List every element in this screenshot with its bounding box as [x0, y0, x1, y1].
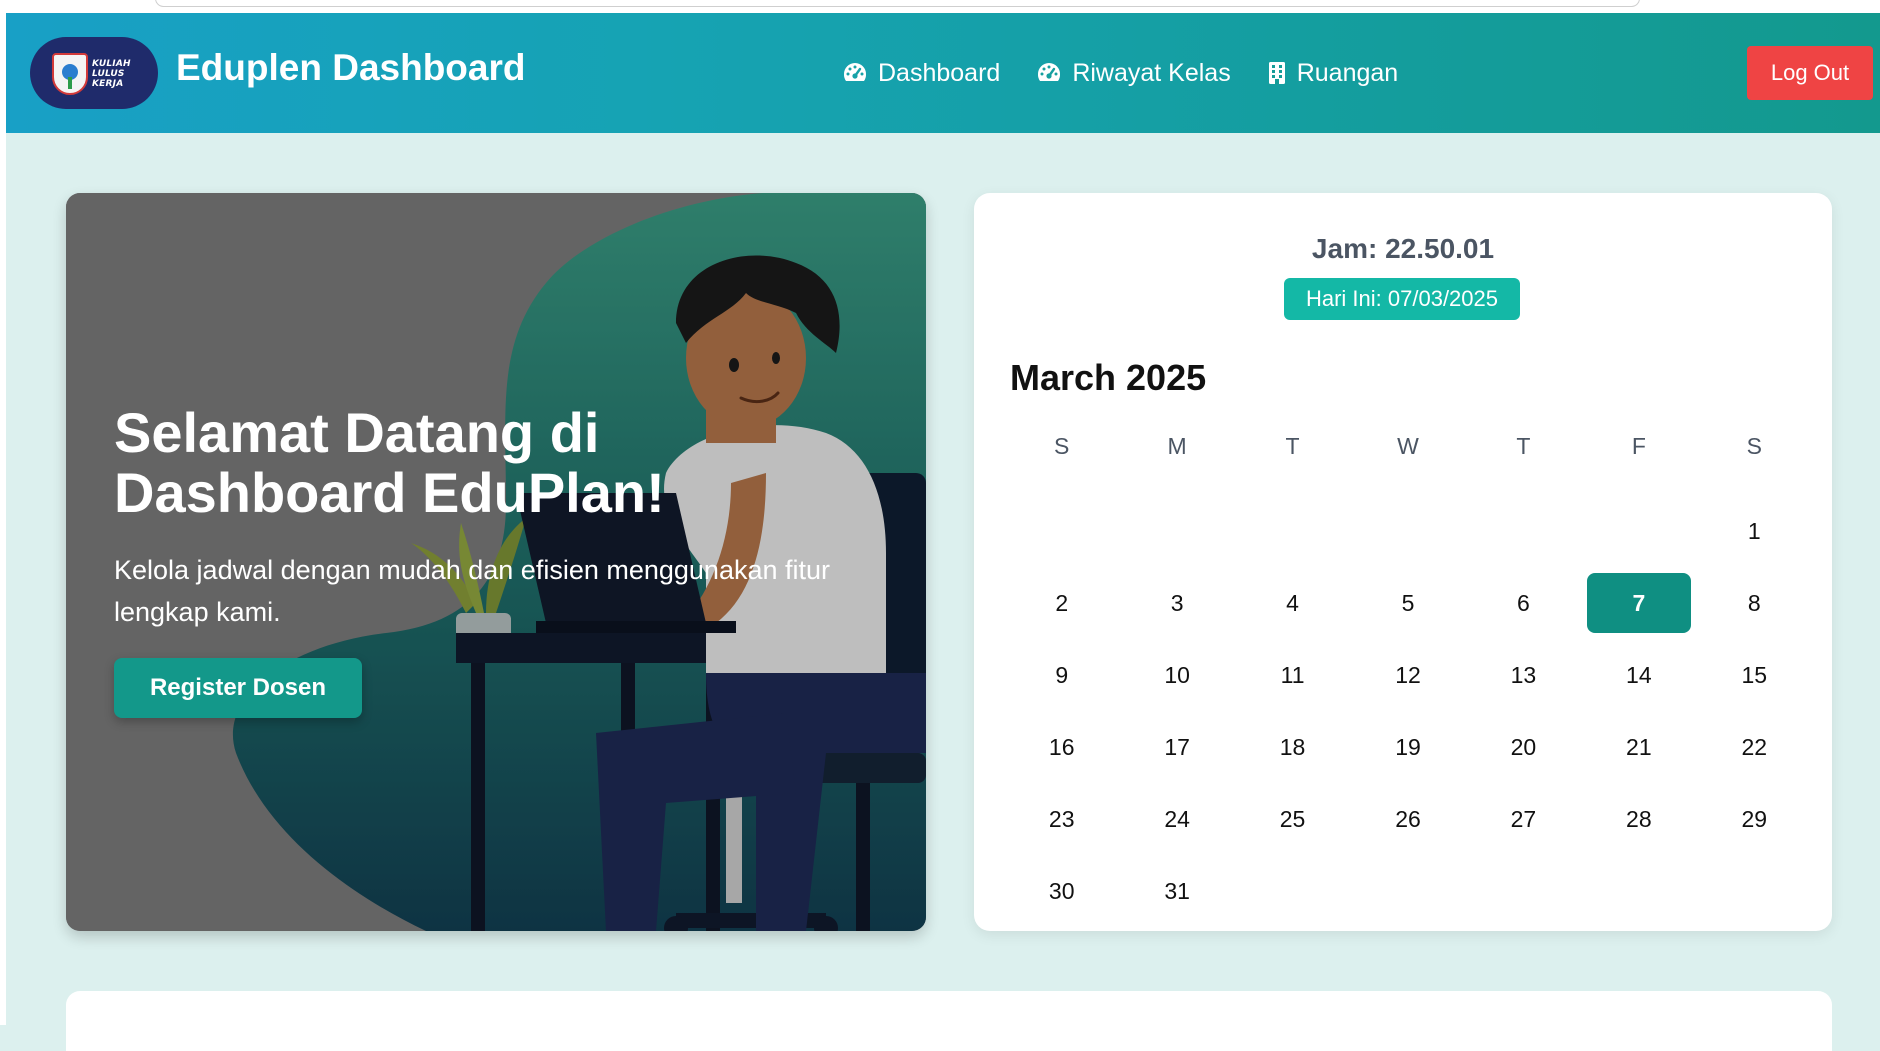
calendar-day[interactable]: 23 — [1010, 789, 1113, 849]
nav-dashboard[interactable]: Dashboard — [842, 59, 1000, 88]
building-icon — [1267, 61, 1287, 85]
weekday-header: F — [1631, 432, 1646, 459]
main-nav: Dashboard Riwayat Kelas Ruangan — [842, 53, 1398, 93]
weekday-header: T — [1516, 432, 1531, 459]
calendar-day[interactable]: 8 — [1703, 573, 1806, 633]
gauge-icon — [842, 61, 868, 85]
calendar-empty-cell — [1010, 501, 1113, 561]
calendar-day[interactable]: 5 — [1356, 573, 1459, 633]
calendar-day[interactable]: 15 — [1703, 645, 1806, 705]
hero-banner: Selamat Datang di Dashboard EduPlan! Kel… — [66, 193, 926, 931]
weekday-header: W — [1397, 432, 1419, 459]
calendar-day[interactable]: 6 — [1472, 573, 1575, 633]
calendar-empty-cell — [1587, 501, 1690, 561]
logo-motto: KULIAH LULUS KERJA — [92, 59, 131, 89]
calendar-day[interactable]: 24 — [1125, 789, 1228, 849]
nav-dashboard-label: Dashboard — [878, 58, 1001, 87]
calendar-month-title: March 2025 — [1010, 357, 1207, 398]
calendar-day-today[interactable]: 7 — [1587, 573, 1691, 633]
calendar-day[interactable]: 22 — [1703, 717, 1806, 777]
top-navbar: KULIAH LULUS KERJA Eduplen Dashboard Das… — [6, 13, 1880, 133]
calendar-day[interactable]: 11 — [1241, 645, 1344, 705]
nav-riwayat-kelas-label: Riwayat Kelas — [1072, 58, 1231, 87]
calendar-day[interactable]: 13 — [1472, 645, 1575, 705]
calendar-day[interactable]: 28 — [1587, 789, 1690, 849]
nav-riwayat-kelas[interactable]: Riwayat Kelas — [1036, 58, 1231, 88]
calendar-day[interactable]: 17 — [1125, 717, 1228, 777]
nav-ruangan[interactable]: Ruangan — [1267, 59, 1398, 88]
calendar-empty-cell — [1125, 501, 1228, 561]
register-dosen-button[interactable]: Register Dosen — [114, 658, 362, 718]
calendar-day[interactable]: 29 — [1703, 789, 1806, 849]
calendar-day[interactable]: 25 — [1241, 789, 1344, 849]
calendar-empty-cell — [1241, 501, 1344, 561]
calendar-day[interactable]: 1 — [1703, 501, 1806, 561]
address-bar[interactable] — [155, 0, 1640, 7]
calendar-day[interactable]: 30 — [1010, 861, 1113, 921]
window-edge — [0, 13, 6, 1025]
calendar-day[interactable]: 19 — [1356, 717, 1459, 777]
calendar-grid: S M T W T F S 1 2 3 4 5 6 7 8 9 10 11 12 13 14 15 16 17 18 19 20 21… — [1010, 423, 1806, 927]
weekday-header: T — [1285, 432, 1300, 459]
hero-title: Selamat Datang di Dashboard EduPlan! — [114, 401, 665, 524]
today-badge: Hari Ini: 07/03/2025 — [1284, 278, 1520, 320]
shield-icon — [52, 53, 88, 95]
calendar-day[interactable]: 9 — [1010, 645, 1113, 705]
calendar-day[interactable]: 10 — [1125, 645, 1228, 705]
calendar-empty-cell — [1356, 501, 1459, 561]
calendar-day[interactable]: 14 — [1587, 645, 1690, 705]
calendar-day[interactable]: 27 — [1472, 789, 1575, 849]
weekday-header: S — [1746, 432, 1762, 459]
hero-subtitle: Kelola jadwal dengan mudah dan efisien m… — [114, 555, 831, 627]
calendar-day[interactable]: 4 — [1241, 573, 1344, 633]
calendar-day[interactable]: 16 — [1010, 717, 1113, 777]
gauge-icon — [1036, 61, 1062, 85]
calendar-empty-cell — [1472, 501, 1575, 561]
content-card — [66, 991, 1832, 1051]
logo[interactable]: KULIAH LULUS KERJA — [30, 37, 158, 109]
clock-display: Jam: 22.50.01 — [1311, 233, 1495, 264]
nav-ruangan-label: Ruangan — [1296, 58, 1399, 87]
calendar-day[interactable]: 3 — [1125, 573, 1228, 633]
browser-top-strip — [0, 0, 1880, 13]
calendar-day[interactable]: 21 — [1587, 717, 1690, 777]
calendar-day[interactable]: 18 — [1241, 717, 1344, 777]
weekday-header: S — [1054, 432, 1070, 459]
weekday-header: M — [1167, 432, 1187, 459]
calendar-day[interactable]: 26 — [1356, 789, 1459, 849]
brand-title[interactable]: Eduplen Dashboard — [176, 47, 525, 89]
calendar-day[interactable]: 31 — [1125, 861, 1228, 921]
calendar-day[interactable]: 12 — [1356, 645, 1459, 705]
calendar-day[interactable]: 20 — [1472, 717, 1575, 777]
calendar-card: Jam: 22.50.01 Hari Ini: 07/03/2025 March… — [974, 193, 1832, 931]
calendar-day[interactable]: 2 — [1010, 573, 1113, 633]
logout-button[interactable]: Log Out — [1747, 46, 1873, 100]
